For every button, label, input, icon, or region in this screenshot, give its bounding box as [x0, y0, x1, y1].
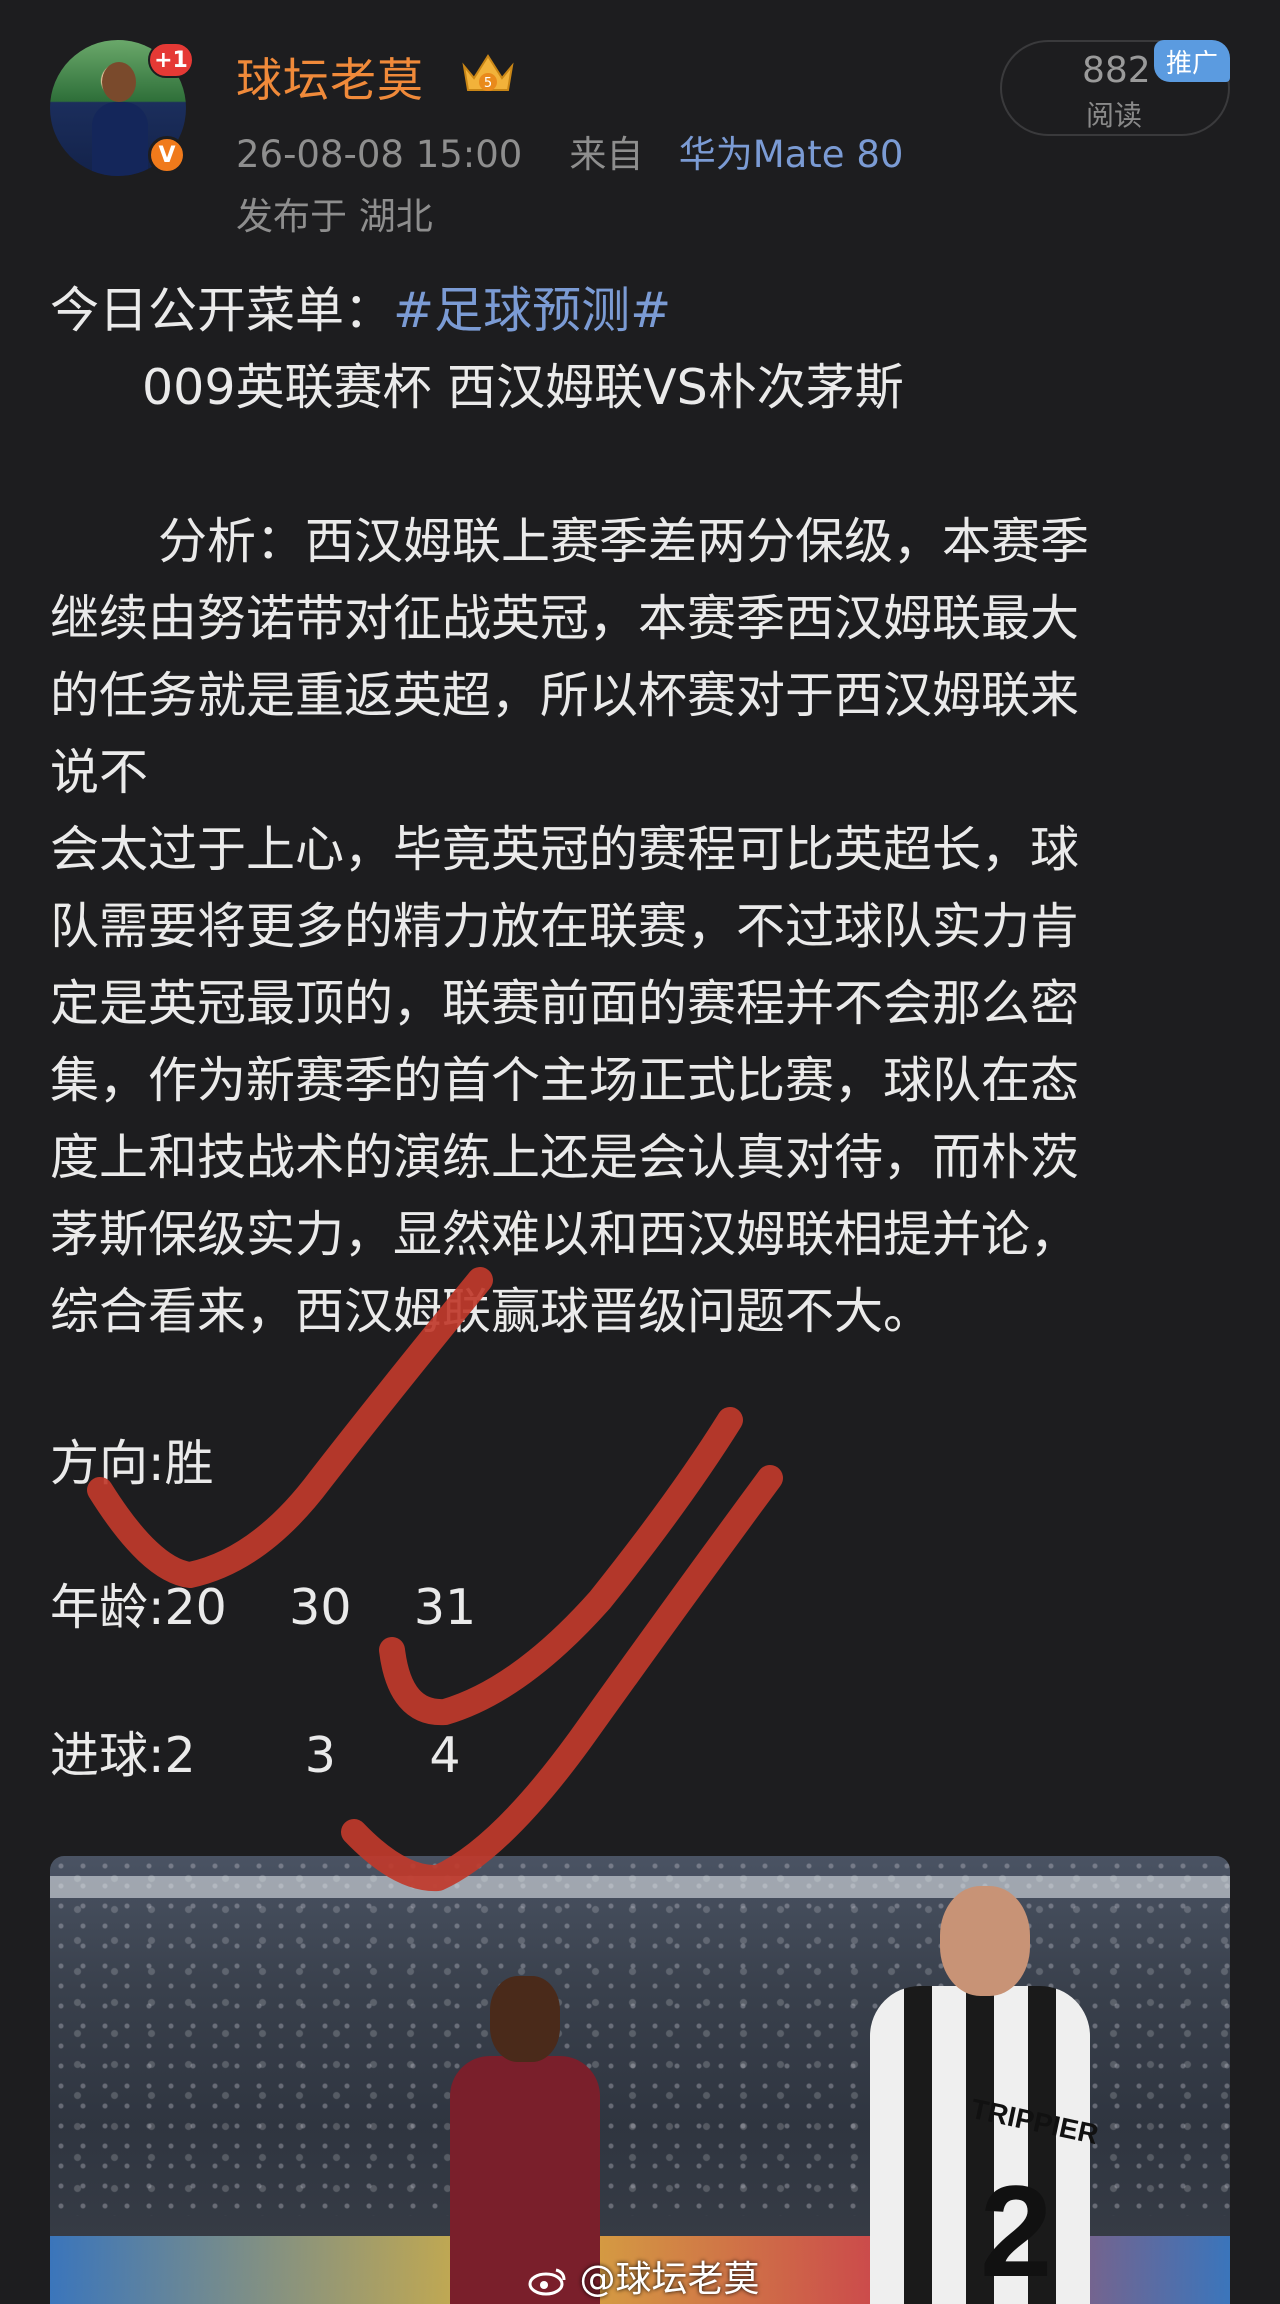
analysis-line: 综合看来，西汉姆联赢球晋级问题不大。: [50, 1283, 933, 1340]
analysis-line: 队需要将更多的精力放在联赛，不过球队实力肯: [50, 898, 1080, 955]
analysis-line: 集，作为新赛季的首个主场正式比赛，球队在态: [50, 1052, 1080, 1109]
analysis-line: 会太过于上心，毕竟英冠的赛程可比英超长，球: [50, 821, 1080, 878]
match-line: 009英联赛杯 西汉姆联VS朴次茅斯: [142, 359, 904, 416]
post-body: 今日公开菜单：#足球预测# 009英联赛杯 西汉姆联VS朴次茅斯 分析：西汉姆联…: [50, 272, 1230, 1794]
promo-button[interactable]: 推广: [1154, 40, 1230, 82]
shirt-number: 2: [980, 2158, 1053, 2304]
weibo-icon: [528, 2268, 566, 2296]
post-image[interactable]: TRIPPIER 2: [50, 1856, 1230, 2304]
from-label: 来自: [569, 133, 644, 176]
follow-badge[interactable]: +1: [148, 42, 194, 78]
shirt-name: TRIPPIER: [968, 2092, 1102, 2151]
verified-icon: V: [148, 136, 186, 174]
analysis-line: 茅斯保级实力，显然难以和西汉姆联相提并论，: [50, 1206, 1080, 1263]
post-location: 发布于 湖北: [236, 195, 433, 238]
hashtag-link[interactable]: #足球预测#: [393, 282, 671, 339]
read-count: 882: [1082, 50, 1151, 91]
goals-line: 进球:2 3 4: [50, 1727, 461, 1784]
post-meta: 26-08-08 15:00 来自 华为Mate 80: [236, 124, 903, 178]
crown-level-icon: 5: [462, 54, 514, 91]
watermark-text: @球坛老莫: [579, 2259, 760, 2300]
intro-text: 今日公开菜单：: [50, 282, 394, 339]
direction-line: 方向:胜: [50, 1435, 214, 1492]
intro-line: 今日公开菜单：#足球预测#: [50, 272, 1230, 349]
analysis-line: 度上和技战术的演练上还是会认真对待，而朴茨: [50, 1129, 1080, 1186]
analysis-line: 的任务就是重返英超，所以杯赛对于西汉姆联来: [50, 667, 1080, 724]
post-time: 26-08-08 15:00: [236, 133, 523, 176]
read-label: 阅读: [1086, 99, 1143, 132]
analysis-line: 继续由努诺带对征战英冠，本赛季西汉姆联最大: [50, 590, 1080, 647]
svg-text:5: 5: [484, 76, 492, 91]
author-name[interactable]: 球坛老莫: [236, 44, 424, 110]
avatar-body: [92, 102, 148, 176]
age-line: 年龄:20 30 31: [50, 1579, 477, 1636]
analysis-line: 说不: [50, 744, 149, 801]
player-striped-shirt: TRIPPIER 2: [840, 1886, 1140, 2304]
avatar-head: [102, 62, 136, 102]
author-avatar[interactable]: +1 V: [50, 40, 194, 176]
image-watermark: @球坛老莫: [528, 2250, 759, 2302]
analysis-line: 分析：西汉姆联上赛季差两分保级，本赛季: [158, 513, 1090, 570]
analysis-line: 定是英冠最顶的，联赛前面的赛程并不会那么密: [50, 975, 1080, 1032]
device-link[interactable]: 华为Mate 80: [679, 133, 904, 176]
